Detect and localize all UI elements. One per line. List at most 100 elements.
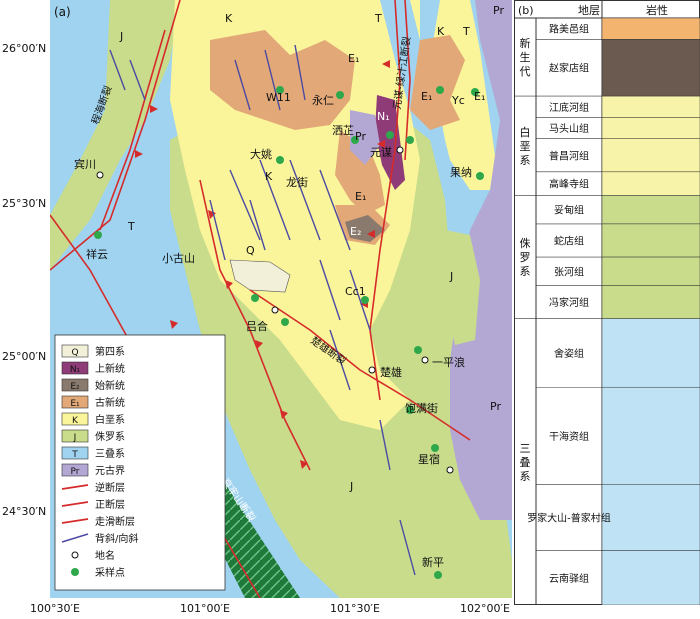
unit-label-j-south: J [349, 480, 353, 493]
strat-header-lithology: 岩性 [646, 3, 668, 17]
formation-name: 江底河组 [549, 101, 589, 114]
system-name-char: 系 [520, 265, 531, 278]
lithology-cell [601, 223, 700, 258]
panel-a-label: (a) [54, 5, 71, 19]
legend-label: 上新统 [95, 362, 125, 375]
lithology-cell [601, 39, 700, 97]
unit-label-j: J [119, 30, 123, 43]
place-yipinglang: 一平浪 [432, 355, 465, 369]
legend-symbol-strike_slip: 走滑断层 [95, 515, 135, 528]
sample-cc1: Cc1 [345, 285, 366, 298]
lat-label-25-00: 25°00′N [2, 350, 47, 363]
legend-place-marker [71, 551, 79, 559]
lat-label-25-30: 25°30′N [2, 197, 47, 210]
stratigraphic-column: (b) 地层 岩性 路美邑组赵家店组江底河组马头山组普昌河组高峰寺组妥甸组蛇店组… [514, 0, 700, 605]
legend-code: Pr [71, 467, 80, 477]
system-name-char: 系 [520, 154, 531, 167]
place-baomanjie: 饱满街 [405, 401, 438, 415]
formation-name: 干海资组 [549, 430, 589, 443]
lithology-cell [601, 386, 700, 485]
place-xiaogushan: 小古山 [162, 252, 195, 265]
place-xiangyun: 祥云 [86, 247, 108, 261]
legend-label: 元古界 [95, 464, 125, 477]
lithology-cell [601, 484, 700, 551]
lithology-cell [601, 138, 700, 173]
unit-label-pr: Pr [355, 130, 366, 143]
system-name-char: 代 [520, 65, 531, 78]
lat-label-24-30: 24°30′N [2, 505, 47, 518]
legend-code: E₂ [70, 382, 80, 392]
system-name-char: 系 [520, 470, 531, 483]
unit-label-e1-ne: E₁ [421, 90, 432, 103]
formation-name: 蛇店组 [554, 234, 584, 247]
unit-label-t-ne: T [462, 25, 470, 38]
unit-label-t-west: T [127, 220, 135, 233]
legend-code: Q [71, 348, 78, 358]
system-name-char: 三 [520, 442, 531, 455]
unit-label-e1-south: E₁ [355, 190, 366, 203]
unit-label-k-ne: K [437, 25, 445, 38]
place-longjie: 龙街 [286, 175, 308, 189]
unit-label-e1-north: E₁ [348, 52, 359, 65]
system-name-char: 新 [520, 36, 531, 50]
lithology-cell [601, 195, 700, 225]
formation-name: 妥甸组 [554, 204, 584, 217]
legend-symbol-sample: 采样点 [95, 566, 125, 579]
system-name-char: 罗 [520, 251, 531, 264]
lithology-cell [601, 117, 700, 139]
legend-code: T [71, 450, 78, 460]
formation-name: 赵家店组 [549, 62, 589, 75]
panel-b-label: (b) [518, 4, 534, 17]
place-binchuan: 宾川 [74, 157, 96, 171]
legend-symbol-place: 地名 [95, 549, 115, 562]
legend-code: N₁ [70, 365, 81, 375]
lithology-cell [601, 318, 700, 388]
system-name-char: 叠 [520, 456, 531, 469]
system-name-char: 生 [520, 50, 531, 64]
legend-sample-marker [71, 568, 79, 576]
lon-label-101-00: 101°00′E [180, 602, 230, 615]
unit-label-k: K [225, 12, 233, 25]
lithology-cell [601, 550, 700, 605]
place-guona: 果纳 [450, 166, 472, 179]
legend-symbol-normal: 正断层 [95, 498, 125, 511]
sample-yc: Yc [451, 94, 465, 107]
unit-label-pr-ne: Pr [493, 4, 504, 17]
place-lvhe: 吕合 [246, 319, 268, 333]
unit-label-t: T [374, 12, 382, 25]
unit-label-e2: E₂ [350, 225, 361, 238]
lithology-cell [601, 285, 700, 319]
geologic-map: J K T K T Pr E₁ E₁ E₁ N₁ Pr E₁ E₂ K T Q … [50, 0, 512, 598]
place-sazhuang: 洒芷 [332, 124, 354, 137]
legend-symbol-fold: 背斜/向斜 [95, 532, 138, 545]
formation-name: 张河组 [554, 265, 584, 278]
lithology-cell [601, 256, 700, 286]
legend-label: 古新统 [95, 396, 125, 409]
formation-name: 高峰寺组 [549, 178, 589, 191]
place-dayao: 大姚 [250, 147, 272, 161]
formation-name: 马头山组 [549, 122, 589, 135]
unit-label-q: Q [246, 244, 255, 257]
legend-code: J [73, 433, 77, 443]
system-name-char: 侏 [520, 237, 531, 250]
lon-label-101-30: 101°30′E [330, 602, 380, 615]
legend-code: E₁ [70, 399, 80, 409]
legend-label: 第四系 [95, 345, 125, 358]
place-xinping: 新平 [422, 555, 444, 569]
place-yuanmou: 元谋 [370, 146, 392, 159]
place-xingsu: 星宿 [418, 452, 440, 466]
sample-w11: W11 [266, 91, 291, 104]
lithology-cell [601, 95, 700, 118]
formation-name: 罗家大山-普家村组 [527, 511, 611, 524]
formation-name: 云南驿组 [549, 572, 589, 585]
lithology-cell [601, 17, 700, 40]
unit-label-e1-east: E₁ [474, 90, 485, 103]
legend-label: 白垩系 [95, 413, 125, 426]
legend-symbol-thrust: 逆断层 [95, 481, 125, 494]
lithology-cell [601, 171, 700, 196]
legend-label: 三叠系 [95, 448, 125, 460]
formation-name: 普昌河组 [549, 149, 589, 162]
unit-label-j-east: J [449, 270, 453, 283]
system-name-char: 白 [520, 125, 531, 139]
lon-label-100-30: 100°30′E [30, 602, 80, 615]
